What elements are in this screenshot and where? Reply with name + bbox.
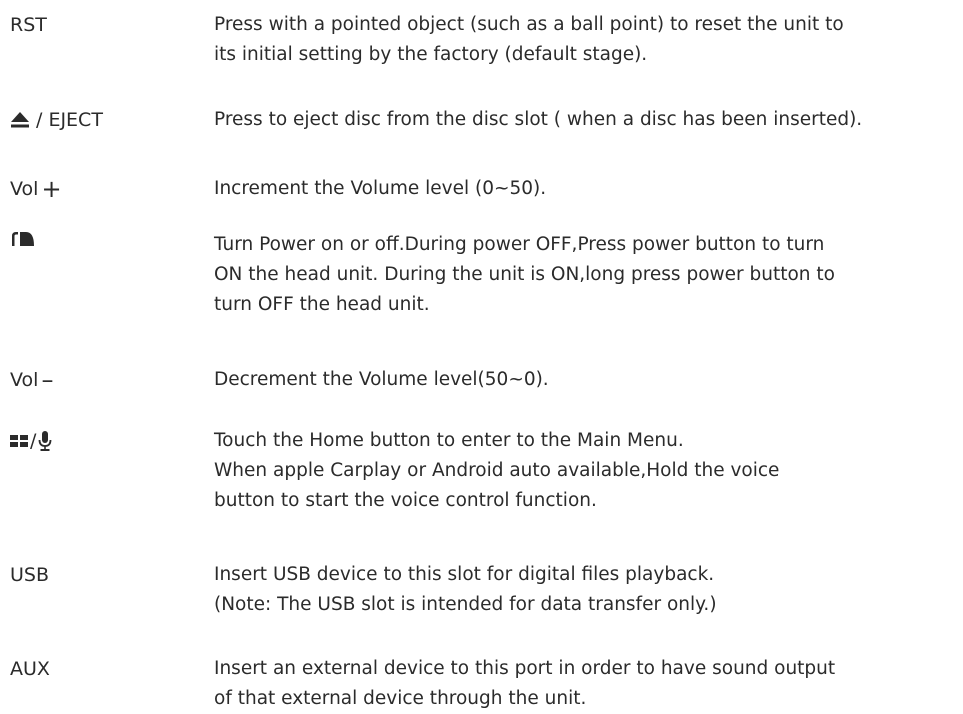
description-line: Touch the Home button to enter to the Ma… [214, 430, 684, 451]
label-vol-down: Vol – [10, 365, 53, 395]
label-aux: AUX [10, 658, 50, 680]
description-line: of that external device through the unit… [214, 688, 587, 709]
label-usb: USB [10, 564, 50, 586]
description-line: its initial setting by the factory (defa… [214, 44, 648, 65]
description-line: Press with a pointed object (such as a b… [214, 14, 844, 35]
label-eject-text: / EJECT [36, 109, 103, 131]
description-power: Turn Power on or off.During power OFF,Pr… [214, 230, 959, 320]
label-separator: / [30, 430, 37, 452]
power-icon [10, 230, 36, 246]
microphone-icon [38, 430, 52, 452]
label-vol-down-text: Vol [10, 369, 39, 391]
description-home-voice: Touch the Home button to enter to the Ma… [214, 426, 959, 516]
description-line: Press to eject disc from the disc slot (… [214, 109, 863, 130]
description-usb: Insert USB device to this slot for digit… [214, 560, 959, 620]
description-rst: Press with a pointed object (such as a b… [214, 10, 959, 70]
description-line: button to start the voice control functi… [214, 490, 597, 511]
description-line: (Note: The USB slot is intended for data… [214, 594, 717, 615]
minus-icon: – [41, 366, 54, 394]
description-line: Insert an external device to this port i… [214, 658, 836, 679]
description-line: Increment the Volume level (0~50). [214, 178, 547, 199]
eject-icon [10, 111, 30, 129]
description-vol-up: Increment the Volume level (0~50). [214, 174, 959, 204]
description-line: Insert USB device to this slot for digit… [214, 564, 715, 585]
description-aux: Insert an external device to this port i… [214, 654, 959, 714]
description-line: Turn Power on or off.During power OFF,Pr… [214, 234, 825, 255]
label-vol-up-text: Vol [10, 178, 39, 200]
label-power [10, 230, 36, 246]
description-vol-down: Decrement the Volume level(50~0). [214, 365, 959, 395]
description-line: ON the head unit. During the unit is ON,… [214, 264, 835, 285]
description-line: When apple Carplay or Android auto avail… [214, 460, 780, 481]
description-eject: Press to eject disc from the disc slot (… [214, 105, 959, 135]
label-vol-up: Vol + [10, 174, 62, 204]
description-line: turn OFF the head unit. [214, 294, 430, 315]
label-rst: RST [10, 14, 47, 36]
description-line: Decrement the Volume level(50~0). [214, 369, 549, 390]
plus-icon: + [41, 175, 62, 203]
label-home-voice: / [10, 426, 52, 456]
label-eject: / EJECT [10, 105, 103, 135]
home-grid-icon [10, 434, 28, 448]
